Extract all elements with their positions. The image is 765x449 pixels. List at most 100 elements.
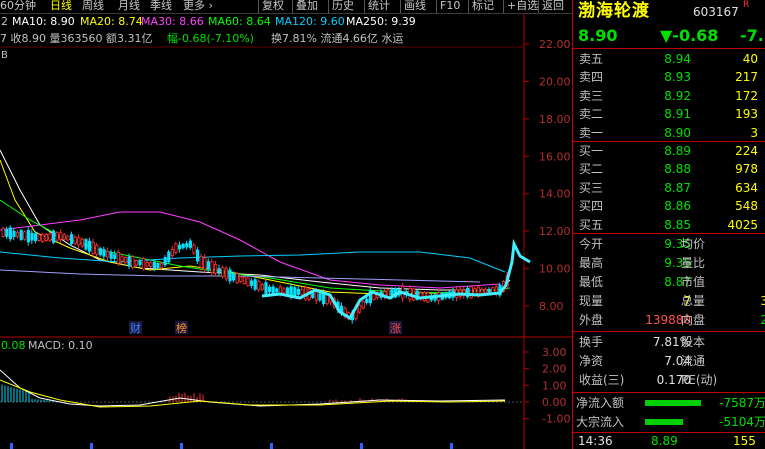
toolbar-item[interactable]: +自选 [507,0,538,12]
candle-body [206,261,210,270]
candle-body [102,249,106,257]
price-tick-label: 22.00 [539,38,571,51]
toolbar-item[interactable]: 返回 [542,0,564,12]
candle-body [113,254,117,259]
candle-body [170,249,174,256]
candle-body [84,239,88,250]
book-volume: 172 [735,88,758,103]
book-price: 8.88 [664,162,691,177]
toolbar-item[interactable]: F10 [440,0,460,12]
toolbar-separator [400,0,401,13]
candle-body [267,286,272,293]
candle-body [318,293,322,301]
candle-body [228,269,232,282]
toolbar-item[interactable]: 更多 › [183,0,213,12]
toolbar-item[interactable]: 历史 [332,0,354,12]
toolbar-separator [538,0,539,13]
book-level-label: 卖二 [579,107,604,122]
candle-body [235,273,239,283]
candle-body [167,251,171,263]
macd-tick-label: 0.00 [542,396,567,409]
candle-body [131,256,135,269]
book-level-label: 卖五 [579,52,604,66]
stat-label: 外盘 [579,313,604,327]
flow-bar [645,419,683,425]
toolbar-item[interactable]: 周线 [82,0,104,12]
book-level-label: 买二 [579,162,604,177]
candle-body [77,237,81,246]
book-price: 8.90 [664,125,691,140]
stat-row: 外盘 139880 内盘 2 [573,311,765,329]
toolbar-item[interactable]: 60分钟 [0,0,36,12]
candle-body [15,232,20,237]
candle-body [145,261,149,267]
book-level-label: 卖一 [579,125,604,140]
candle-body [174,243,178,254]
stock-change-pct: -7. [740,26,764,45]
toolbar-separator [468,0,469,13]
candle-body [357,304,362,313]
stock-header: 渤海轮渡 603167 R [573,0,765,22]
kline-chart[interactable]: 22.00 20.00 18.00 16.00 14.00 12.00 10.00 8.00 3… [0,13,572,449]
stock-code: 603167 [693,5,739,19]
candle-body [134,260,138,266]
candle-body [361,301,365,309]
book-price: 8.92 [664,88,691,103]
candle-body [141,257,146,270]
toolbar-item[interactable]: 叠加 [296,0,318,12]
macd-tick-label: 1.00 [542,379,567,392]
candle-body [34,233,38,241]
tick-row: 14:36 8.89 155 [573,433,765,449]
book-volume: 40 [742,52,758,66]
event-tag: 财 [130,321,141,335]
price-tick-label: 18.00 [539,113,571,126]
stat-label: 均价 [681,237,706,251]
flow-value: -5104万 [719,415,765,429]
toolbar-item[interactable]: 画线 [404,0,426,12]
toolbar-item[interactable]: 日线 [50,0,72,12]
macd-dea-line [0,379,506,408]
divider [573,233,765,234]
candle-body [480,289,484,294]
toolbar-item[interactable]: 季线 [150,0,172,12]
stat-label: 现量 [579,294,604,308]
candle-body [311,292,315,298]
event-tag: 榜 [176,321,187,335]
stat-row: 收益(三) 0.170 PE(动) [573,371,765,389]
candle-body [282,288,286,294]
book-volume: 224 [735,144,758,158]
toolbar-item[interactable]: 月线 [118,0,140,12]
book-level-label: 买五 [579,217,604,232]
candle-body [127,256,131,267]
book-row: 卖三 8.92 172 [573,87,765,105]
tick-price: 8.89 [651,434,678,448]
book-level-label: 卖三 [579,88,604,103]
toolbar-item[interactable]: 统计 [368,0,390,12]
candle-body [120,256,124,262]
candle-body [181,243,185,249]
candle-body [249,280,254,286]
stat-label: 内盘 [681,313,706,327]
stat-label: PE(动) [681,373,718,387]
ma-curve [0,251,506,273]
candle-body [192,244,196,254]
stock-price-row: 8.90 ▼-0.68 -7. [573,25,765,47]
candle-body [26,229,31,243]
stock-name: 渤海轮渡 [578,1,650,21]
candle-body [73,236,77,244]
toolbar-separator [436,0,437,13]
flow-label: 净流入额 [576,396,625,410]
toolbar-separator [364,0,365,13]
candle-body [66,235,70,241]
flow-value: -7587万 [719,396,765,410]
stat-value: 3 [760,294,765,308]
toolbar-item[interactable]: 复权 [262,0,284,12]
toolbar-separator [328,0,329,13]
book-row: 买一 8.89 224 [573,142,765,160]
candle-body [138,261,142,266]
candle-body [314,291,319,301]
candle-body [95,245,99,255]
toolbar-item[interactable]: 标记 [472,0,494,12]
candle-body [149,262,153,267]
price-tick-label: 14.00 [539,188,571,201]
